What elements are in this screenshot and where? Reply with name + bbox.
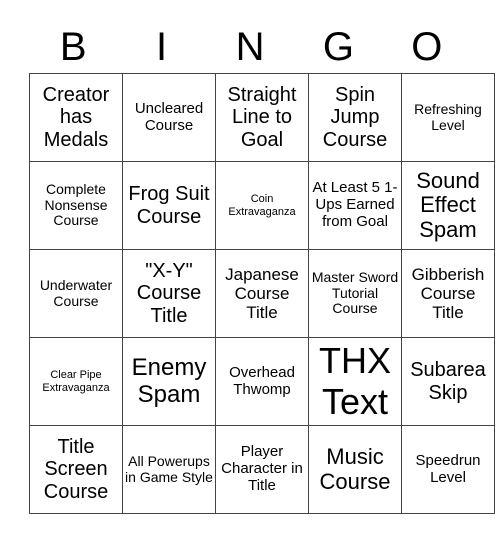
grid-row: Title Screen Course All Powerups in Game… xyxy=(29,425,495,514)
header-letter-g: G xyxy=(322,25,354,69)
bingo-cell[interactable]: Frog Suit Course xyxy=(122,161,216,250)
bingo-cell[interactable]: "X-Y" Course Title xyxy=(122,249,216,338)
grid-row: Clear Pipe Extravaganza Enemy Spam Overh… xyxy=(29,337,495,426)
bingo-cell[interactable]: Title Screen Course xyxy=(29,425,123,514)
bingo-cell[interactable]: Coin Extravaganza xyxy=(215,161,309,250)
bingo-cell[interactable]: Sound Effect Spam xyxy=(401,161,495,250)
bingo-cell[interactable]: All Powerups in Game Style xyxy=(122,425,216,514)
header-letter-i: I xyxy=(156,25,168,69)
header-letter-n: N xyxy=(235,25,265,69)
bingo-cell[interactable]: Music Course xyxy=(308,425,402,514)
bingo-header: B I N G O xyxy=(29,22,471,72)
bingo-cell[interactable]: Refreshing Level xyxy=(401,73,495,162)
bingo-cell[interactable]: Clear Pipe Extravaganza xyxy=(29,337,123,426)
bingo-cell[interactable]: Overhead Thwomp xyxy=(215,337,309,426)
header-letter-o: O xyxy=(411,25,443,69)
bingo-cell[interactable]: Underwater Course xyxy=(29,249,123,338)
bingo-cell[interactable]: Gibberish Course Title xyxy=(401,249,495,338)
bingo-cell[interactable]: Player Character in Title xyxy=(215,425,309,514)
bingo-cell[interactable]: Master Sword Tutorial Course xyxy=(308,249,402,338)
bingo-grid: Creator has Medals Uncleared Course Stra… xyxy=(29,73,495,514)
bingo-cell[interactable]: Enemy Spam xyxy=(122,337,216,426)
bingo-cell[interactable]: Uncleared Course xyxy=(122,73,216,162)
bingo-cell[interactable]: Speedrun Level xyxy=(401,425,495,514)
bingo-cell[interactable]: THX Text xyxy=(308,337,402,426)
grid-row: Creator has Medals Uncleared Course Stra… xyxy=(29,73,495,162)
bingo-cell[interactable]: Straight Line to Goal xyxy=(215,73,309,162)
bingo-cell[interactable]: Japanese Course Title xyxy=(215,249,309,338)
bingo-cell[interactable]: Complete Nonsense Course xyxy=(29,161,123,250)
bingo-cell[interactable]: Creator has Medals xyxy=(29,73,123,162)
grid-row: Complete Nonsense Course Frog Suit Cours… xyxy=(29,161,495,250)
bingo-cell[interactable]: At Least 5 1-Ups Earned from Goal xyxy=(308,161,402,250)
grid-row: Underwater Course "X-Y" Course Title Jap… xyxy=(29,249,495,338)
bingo-cell[interactable]: Spin Jump Course xyxy=(308,73,402,162)
bingo-cell[interactable]: Subarea Skip xyxy=(401,337,495,426)
header-letter-b: B xyxy=(59,25,87,69)
